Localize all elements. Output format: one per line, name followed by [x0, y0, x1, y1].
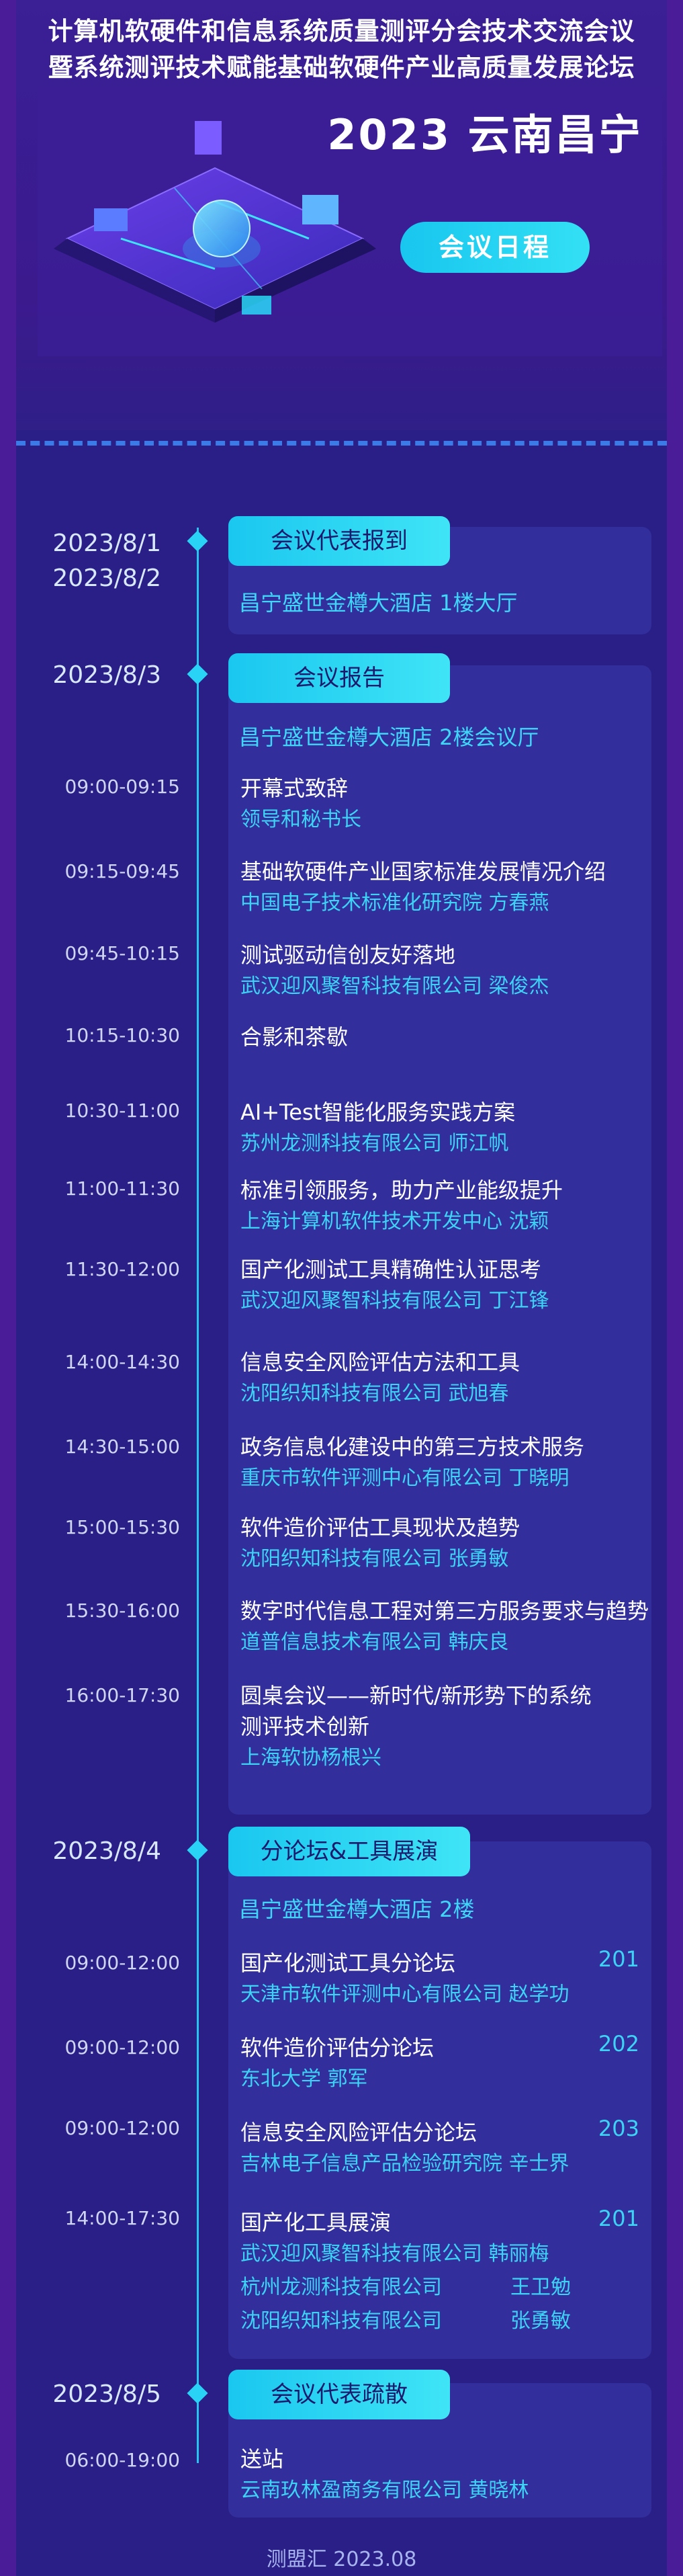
agenda-speaker-name: 王卫勉: [510, 2276, 571, 2299]
session-date: 2023/8/3: [52, 661, 161, 689]
agenda-speaker: 苏州龙测科技有限公司 师江帆: [240, 1132, 509, 1155]
session-venue: 昌宁盛世金樽大酒店 2楼会议厅: [239, 724, 539, 750]
agenda-button[interactable]: 会议日程: [400, 222, 590, 273]
agenda-title: 合影和茶歇: [240, 1024, 349, 1050]
room-number: 202: [598, 2031, 639, 2056]
agenda-time: 09:45-10:15: [64, 942, 181, 964]
agenda-speaker: 武汉迎风聚智科技有限公司 梁俊杰: [240, 974, 549, 998]
agenda-time: 16:00-17:30: [64, 1684, 181, 1706]
agenda-title: 开幕式致辞: [240, 776, 349, 801]
agenda-title: 国产化测试工具分论坛: [240, 1950, 456, 1976]
agenda-title: 圆桌会议——新时代/新形势下的系统: [240, 1683, 592, 1708]
agenda-speaker: 天津市软件评测中心有限公司 赵学功: [240, 1983, 570, 2006]
agenda-speaker-name: 张勇敏: [510, 2309, 571, 2333]
agenda-time: 14:00-17:30: [64, 2207, 181, 2229]
session-tab-forums: 分论坛&工具展演: [228, 1827, 470, 1876]
footer-text: 测盟汇 2023.08: [266, 2548, 417, 2571]
agenda-speaker: 云南玖林盈商务有限公司 黄晓林: [240, 2479, 529, 2502]
session-tab-checkin: 会议代表报到: [228, 516, 450, 566]
agenda-speaker: 重庆市软件评测中心有限公司 丁晓明: [240, 1466, 570, 1490]
agenda-speaker: 武汉迎风聚智科技有限公司 韩丽梅: [240, 2242, 549, 2266]
agenda-time: 15:30-16:00: [64, 1599, 181, 1622]
agenda-speaker: 沈阳织知科技有限公司: [240, 2309, 442, 2333]
timeline-marker: [187, 2382, 208, 2404]
title-line-2: 暨系统测评技术赋能基础软硬件产业高质量发展论坛: [48, 53, 635, 82]
agenda-title: 政务信息化建设中的第三方技术服务: [240, 1434, 585, 1460]
agenda-title: 标准引领服务，助力产业能级提升: [240, 1177, 563, 1203]
agenda-title: 国产化工具展演: [240, 2210, 392, 2235]
agenda-title: 国产化测试工具精确性认证思考: [240, 1257, 542, 1282]
agenda-title: AI+Test智能化服务实践方案: [240, 1099, 516, 1125]
agenda-time: 11:30-12:00: [64, 1258, 181, 1280]
agenda-title-line2: 测评技术创新: [240, 1714, 370, 1739]
agenda-title: 软件造价评估分论坛: [240, 2035, 435, 2061]
agenda-time: 10:15-10:30: [64, 1024, 181, 1046]
agenda-speaker: 吉林电子信息产品检验研究院 辛士界: [240, 2152, 570, 2175]
agenda-time: 09:00-09:15: [64, 776, 181, 798]
timeline-marker: [187, 1839, 208, 1861]
room-number: 201: [598, 1946, 639, 1972]
title-line-1: 计算机软硬件和信息系统质量测评分会技术交流会议: [48, 17, 635, 46]
session-date: 2023/8/5: [52, 2380, 161, 2408]
room-number: 203: [598, 2116, 639, 2141]
timeline-marker: [187, 530, 208, 552]
timeline-marker: [187, 663, 208, 685]
agenda-time: 15:00-15:30: [64, 1516, 181, 1538]
agenda-time: 09:00-12:00: [64, 2036, 181, 2059]
left-border: [0, 0, 16, 2576]
main-title: 2023 云南昌宁: [327, 110, 643, 159]
agenda-title: 送站: [240, 2446, 284, 2472]
agenda-time: 09:15-09:45: [64, 860, 181, 882]
agenda-time: 09:00-12:00: [64, 2117, 181, 2139]
agenda-time: 09:00-12:00: [64, 1952, 181, 1974]
agenda-time: 11:00-11:30: [64, 1177, 181, 1200]
agenda-speaker: 东北大学 郭军: [240, 2067, 368, 2091]
session-date: 2023/8/4: [52, 1837, 161, 1865]
agenda-speaker: 上海计算机软件技术开发中心 沈颖: [240, 1210, 549, 1233]
agenda-time: 14:30-15:00: [64, 1436, 181, 1458]
agenda-speaker: 武汉迎风聚智科技有限公司 丁江锋: [240, 1289, 549, 1313]
dashed-divider: [16, 441, 667, 446]
session-venue: 昌宁盛世金樽大酒店 2楼: [239, 1897, 475, 1922]
session-venue: 昌宁盛世金樽大酒店 1楼大厅: [239, 590, 518, 616]
session-date: 2023/8/2: [52, 565, 161, 592]
agenda-title: 信息安全风险评估分论坛: [240, 2120, 477, 2145]
right-border: [667, 0, 683, 2576]
page: 计算机软硬件和信息系统质量测评分会技术交流会议 暨系统测评技术赋能基础软硬件产业…: [0, 0, 683, 2576]
session-tab-reports: 会议报告: [228, 653, 450, 703]
agenda-time: 14:00-14:30: [64, 1351, 181, 1373]
timeline-line: [197, 528, 199, 2463]
session-date: 2023/8/1: [52, 530, 161, 557]
agenda-speaker: 沈阳织知科技有限公司 张勇敏: [240, 1547, 509, 1571]
agenda-title: 测试驱动信创友好落地: [240, 942, 456, 968]
agenda-title: 数字时代信息工程对第三方服务要求与趋势: [240, 1598, 649, 1624]
agenda-title: 信息安全风险评估方法和工具: [240, 1349, 520, 1375]
room-number: 201: [598, 2206, 639, 2231]
agenda-speaker: 杭州龙测科技有限公司: [240, 2276, 442, 2299]
agenda-speaker: 道普信息技术有限公司 韩庆良: [240, 1630, 509, 1654]
agenda-speaker: 中国电子技术标准化研究院 方春燕: [240, 891, 549, 915]
agenda-speaker: 上海软协杨根兴: [240, 1746, 381, 1770]
session-tab-departure: 会议代表疏散: [228, 2370, 450, 2419]
agenda-speaker: 领导和秘书长: [240, 808, 361, 831]
agenda-time: 06:00-19:00: [64, 2449, 181, 2471]
agenda-speaker: 沈阳织知科技有限公司 武旭春: [240, 1382, 509, 1405]
agenda-title: 软件造价评估工具现状及趋势: [240, 1515, 520, 1540]
agenda-title: 基础软硬件产业国家标准发展情况介绍: [240, 859, 606, 884]
agenda-time: 10:30-11:00: [64, 1099, 181, 1122]
